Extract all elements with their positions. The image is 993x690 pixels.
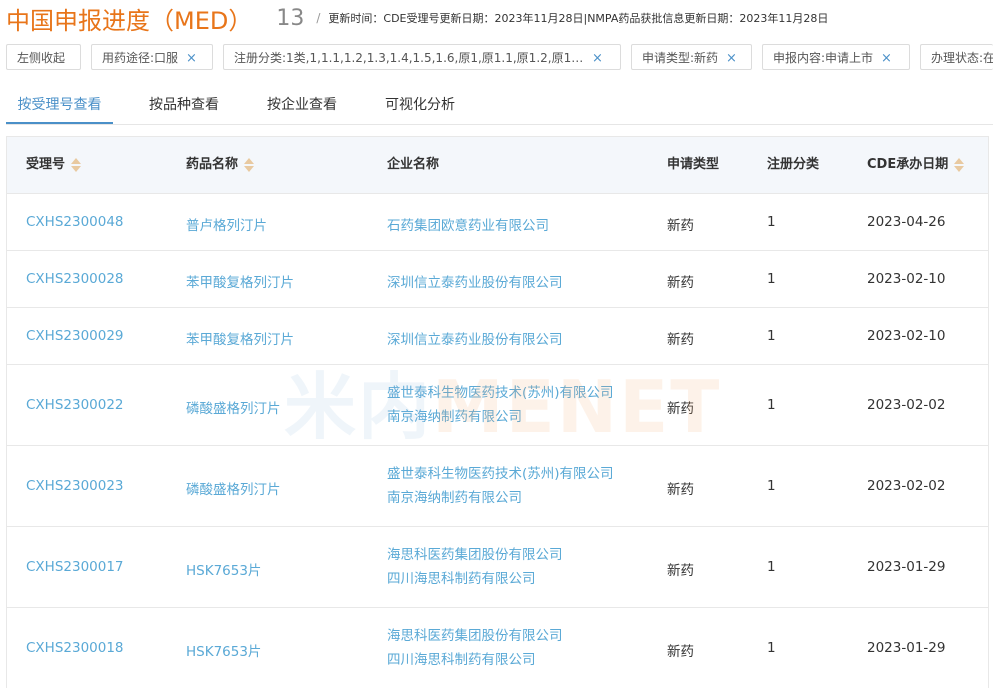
company-name-link[interactable]: 盛世泰科生物医药技术(苏州)有限公司 (387, 381, 614, 405)
company-name-link[interactable]: 四川海思科制药有限公司 (387, 648, 563, 672)
company-names: 海思科医药集团股份有限公司 四川海思科制药有限公司 (387, 543, 563, 591)
drug-name-link[interactable]: 苯甲酸复格列汀片 (186, 271, 294, 291)
application-type: 新药 (667, 275, 694, 291)
header-label: CDE承办日期 (867, 157, 949, 172)
acceptance-number-link[interactable]: CXHS2300018 (26, 640, 124, 656)
company-name-link[interactable]: 盛世泰科生物医药技术(苏州)有限公司 (387, 462, 614, 486)
acceptance-number-link[interactable]: CXHS2300023 (26, 478, 124, 494)
cde-date: 2023-01-29 (867, 640, 946, 656)
close-icon[interactable]: × (726, 51, 737, 66)
cde-date: 2023-04-26 (867, 214, 946, 230)
sort-icon[interactable] (954, 157, 965, 173)
column-header-company-name: 企业名称 (387, 157, 440, 172)
company-name-link[interactable]: 深圳信立泰药业股份有限公司 (387, 328, 563, 348)
drug-name-link[interactable]: HSK7653片 (186, 559, 261, 579)
company-name-link[interactable]: 四川海思科制药有限公司 (387, 567, 563, 591)
application-type: 新药 (667, 563, 694, 579)
sort-icon[interactable] (244, 157, 255, 173)
header-label: 药品名称 (186, 157, 239, 172)
sort-icon[interactable] (71, 157, 82, 173)
chip-label: 注册分类:1类,1,1.1,1.2,1.3,1.4,1.5,1.6,原1,原1.… (234, 51, 584, 65)
company-name-link[interactable]: 海思科医药集团股份有限公司 (387, 624, 563, 648)
company-name-link[interactable]: 南京海纳制药有限公司 (387, 486, 614, 510)
chip-label: 办理状态:在 (931, 51, 993, 65)
company-name-link[interactable]: 南京海纳制药有限公司 (387, 405, 614, 429)
update-info: 更新时间：CDE受理号更新日期：2023年11月28日|NMPA药品获批信息更新… (328, 12, 829, 25)
filter-chip-route[interactable]: 用药途径:口服 × (91, 44, 213, 70)
tab-visual-analysis[interactable]: 可视化分析 (376, 88, 464, 122)
application-type: 新药 (667, 401, 694, 417)
company-names: 盛世泰科生物医药技术(苏州)有限公司 南京海纳制药有限公司 (387, 462, 614, 510)
cde-date: 2023-02-10 (867, 328, 946, 344)
column-header-drug-name[interactable]: 药品名称 (186, 137, 255, 193)
page-header: 中国申报进度（MED） 13 / 更新时间：CDE受理号更新日期：2023年11… (6, 0, 993, 36)
company-name-link[interactable]: 深圳信立泰药业股份有限公司 (387, 271, 563, 291)
results-table: 受理号 药品名称 企业名称 申请类型 注册分类 CDE承办日期 CXHS2300… (6, 136, 989, 688)
filter-chip-type[interactable]: 申请类型:新药 × (631, 44, 752, 70)
table-row: CXHS2300048 普卢格列汀片 石药集团欧意药业有限公司 新药 1 202… (7, 193, 988, 250)
count-separator: / (316, 11, 321, 25)
registration-category: 1 (767, 214, 776, 230)
table-header: 受理号 药品名称 企业名称 申请类型 注册分类 CDE承办日期 (7, 136, 988, 193)
acceptance-number-link[interactable]: CXHS2300022 (26, 397, 124, 413)
chip-label: 申报内容:申请上市 (773, 51, 874, 65)
acceptance-number-link[interactable]: CXHS2300017 (26, 559, 124, 575)
acceptance-number-link[interactable]: CXHS2300028 (26, 271, 124, 287)
application-type: 新药 (667, 332, 694, 348)
tab-by-company[interactable]: 按企业查看 (258, 88, 346, 122)
cde-date: 2023-02-10 (867, 271, 946, 287)
chip-label: 申请类型:新药 (642, 51, 719, 65)
registration-category: 1 (767, 397, 776, 413)
drug-name-link[interactable]: 磷酸盛格列汀片 (186, 478, 281, 498)
table-row: CXHS2300022 磷酸盛格列汀片 盛世泰科生物医药技术(苏州)有限公司 南… (7, 364, 988, 445)
column-header-acceptance-number[interactable]: 受理号 (26, 137, 82, 193)
registration-category: 1 (767, 478, 776, 494)
close-icon[interactable]: × (592, 51, 603, 66)
table-row: CXHS2300023 磷酸盛格列汀片 盛世泰科生物医药技术(苏州)有限公司 南… (7, 445, 988, 526)
drug-name-link[interactable]: 苯甲酸复格列汀片 (186, 328, 294, 348)
column-header-registration-category: 注册分类 (767, 157, 820, 172)
company-names: 海思科医药集团股份有限公司 四川海思科制药有限公司 (387, 624, 563, 672)
drug-name-link[interactable]: 磷酸盛格列汀片 (186, 397, 281, 417)
cde-date: 2023-02-02 (867, 397, 946, 413)
application-type: 新药 (667, 218, 694, 234)
registration-category: 1 (767, 559, 776, 575)
company-name-link[interactable]: 石药集团欧意药业有限公司 (387, 214, 549, 234)
filter-bar: 左侧收起 用药途径:口服 × 注册分类:1类,1,1.1,1.2,1.3,1.4,… (0, 44, 993, 72)
filter-chip-status[interactable]: 办理状态:在 (920, 44, 993, 70)
page-title: 中国申报进度（MED） (6, 6, 253, 35)
acceptance-number-link[interactable]: CXHS2300029 (26, 328, 124, 344)
filter-chip-content[interactable]: 申报内容:申请上市 × (762, 44, 910, 70)
close-icon[interactable]: × (186, 51, 197, 66)
collapse-sidebar-button[interactable]: 左侧收起 (6, 44, 81, 70)
application-type: 新药 (667, 644, 694, 660)
registration-category: 1 (767, 640, 776, 656)
registration-category: 1 (767, 328, 776, 344)
cde-date: 2023-02-02 (867, 478, 946, 494)
view-tabs: 按受理号查看 按品种查看 按企业查看 可视化分析 (6, 88, 993, 125)
registration-category: 1 (767, 271, 776, 287)
table-row: CXHS2300017 HSK7653片 海思科医药集团股份有限公司 四川海思科… (7, 526, 988, 607)
close-icon[interactable]: × (881, 51, 892, 66)
company-name-link[interactable]: 海思科医药集团股份有限公司 (387, 543, 563, 567)
filter-chip-category[interactable]: 注册分类:1类,1,1.1,1.2,1.3,1.4,1.5,1.6,原1,原1.… (223, 44, 621, 70)
chip-label: 左侧收起 (17, 51, 66, 65)
drug-name-link[interactable]: HSK7653片 (186, 640, 261, 660)
tab-by-drug[interactable]: 按品种查看 (140, 88, 228, 122)
result-count: 13 (276, 5, 305, 31)
column-header-application-type: 申请类型 (667, 157, 720, 172)
cde-date: 2023-01-29 (867, 559, 946, 575)
company-names: 盛世泰科生物医药技术(苏州)有限公司 南京海纳制药有限公司 (387, 381, 614, 429)
chip-label: 用药途径:口服 (102, 51, 179, 65)
column-header-cde-date[interactable]: CDE承办日期 (867, 137, 965, 193)
table-row: CXHS2300029 苯甲酸复格列汀片 深圳信立泰药业股份有限公司 新药 1 … (7, 307, 988, 364)
table-row: CXHS2300018 HSK7653片 海思科医药集团股份有限公司 四川海思科… (7, 607, 988, 688)
tab-by-acceptance-number[interactable]: 按受理号查看 (6, 88, 113, 124)
header-label: 受理号 (26, 157, 66, 172)
acceptance-number-link[interactable]: CXHS2300048 (26, 214, 124, 230)
drug-name-link[interactable]: 普卢格列汀片 (186, 214, 267, 234)
application-type: 新药 (667, 482, 694, 498)
table-row: CXHS2300028 苯甲酸复格列汀片 深圳信立泰药业股份有限公司 新药 1 … (7, 250, 988, 307)
